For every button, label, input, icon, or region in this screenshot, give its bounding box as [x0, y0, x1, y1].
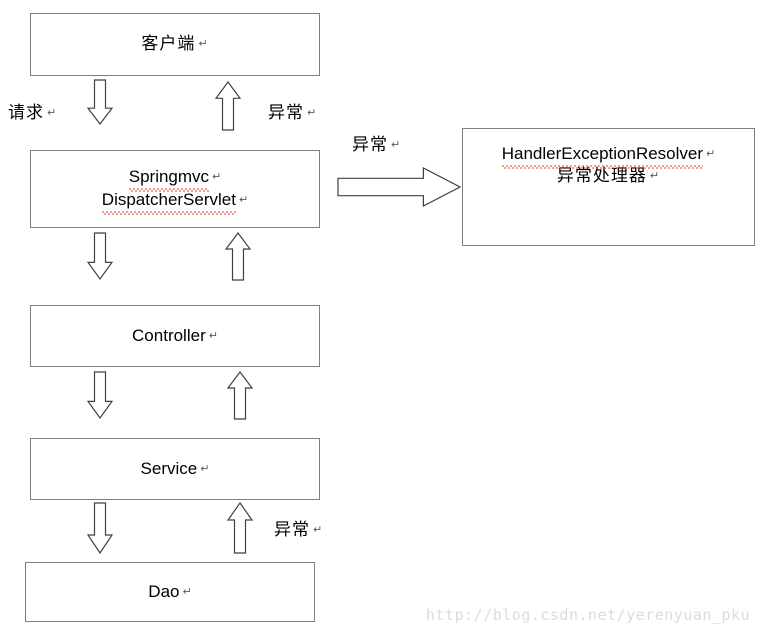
- arrow-dispatcher-to-resolver: [337, 167, 462, 207]
- spellcheck-underline-handlerexceptionresolver: HandlerExceptionResolver: [501, 143, 704, 169]
- box-dispatcher-servlet: Springmvc ↵ DispatcherServlet ↵: [30, 150, 320, 228]
- diagram-canvas: 客户端 ↵ Springmvc ↵ DispatcherServlet ↵ Handl…: [0, 0, 773, 637]
- paragraph-mark-icon: ↵: [313, 523, 324, 536]
- paragraph-mark-icon: ↵: [182, 585, 192, 599]
- arrow-service-to-controller: [226, 371, 254, 420]
- arrow-client-to-dispatcher: [86, 79, 114, 125]
- box-controller-label: Controller ↵: [132, 326, 218, 346]
- box-resolver-line1: HandlerExceptionResolver ↵: [501, 143, 716, 169]
- paragraph-mark-icon: ↵: [238, 193, 249, 206]
- box-dao-label: Dao ↵: [148, 582, 192, 602]
- label-exception-to-client: 异常 ↵: [268, 103, 318, 123]
- arrow-dao-to-service: [226, 501, 254, 554]
- paragraph-mark-icon: ↵: [391, 138, 402, 151]
- paragraph-mark-icon: ↵: [198, 36, 209, 50]
- arrow-service-to-dao: [86, 502, 114, 555]
- box-service: Service ↵: [30, 438, 320, 500]
- spellcheck-underline-dispatcherservlet: DispatcherServlet: [101, 189, 237, 215]
- box-service-label: Service ↵: [140, 459, 210, 479]
- label-request: 请求 ↵: [8, 103, 58, 123]
- label-exception-from-dao: 异常 ↵: [274, 520, 324, 540]
- paragraph-mark-icon: ↵: [307, 106, 318, 119]
- paragraph-mark-icon: ↵: [649, 168, 661, 182]
- box-controller: Controller ↵: [30, 305, 320, 367]
- box-handler-exception-resolver: HandlerExceptionResolver ↵ 异常处理器 ↵: [462, 128, 755, 246]
- paragraph-mark-icon: ↵: [212, 170, 222, 184]
- arrow-dispatcher-to-controller: [86, 232, 114, 281]
- spellcheck-underline-springmvc: Springmvc: [128, 166, 210, 192]
- paragraph-mark-icon: ↵: [706, 147, 716, 160]
- arrow-controller-to-dispatcher: [224, 232, 252, 281]
- box-dispatcher-line1: Springmvc ↵: [128, 166, 222, 192]
- watermark-url: http://blog.csdn.net/yerenyuan_pku: [426, 606, 751, 624]
- box-dao: Dao ↵: [25, 562, 315, 622]
- arrow-controller-to-service: [86, 371, 114, 420]
- box-client-label: 客户端 ↵: [141, 33, 209, 54]
- arrow-dispatcher-to-client: [214, 80, 242, 131]
- paragraph-mark-icon: ↵: [200, 462, 210, 476]
- paragraph-mark-icon: ↵: [208, 329, 218, 343]
- box-dispatcher-line2: DispatcherServlet ↵: [101, 189, 249, 215]
- box-resolver-line2: 异常处理器 ↵: [556, 165, 661, 186]
- paragraph-mark-icon: ↵: [47, 106, 58, 119]
- box-client: 客户端 ↵: [30, 13, 320, 76]
- label-exception-to-resolver: 异常 ↵: [352, 135, 402, 155]
